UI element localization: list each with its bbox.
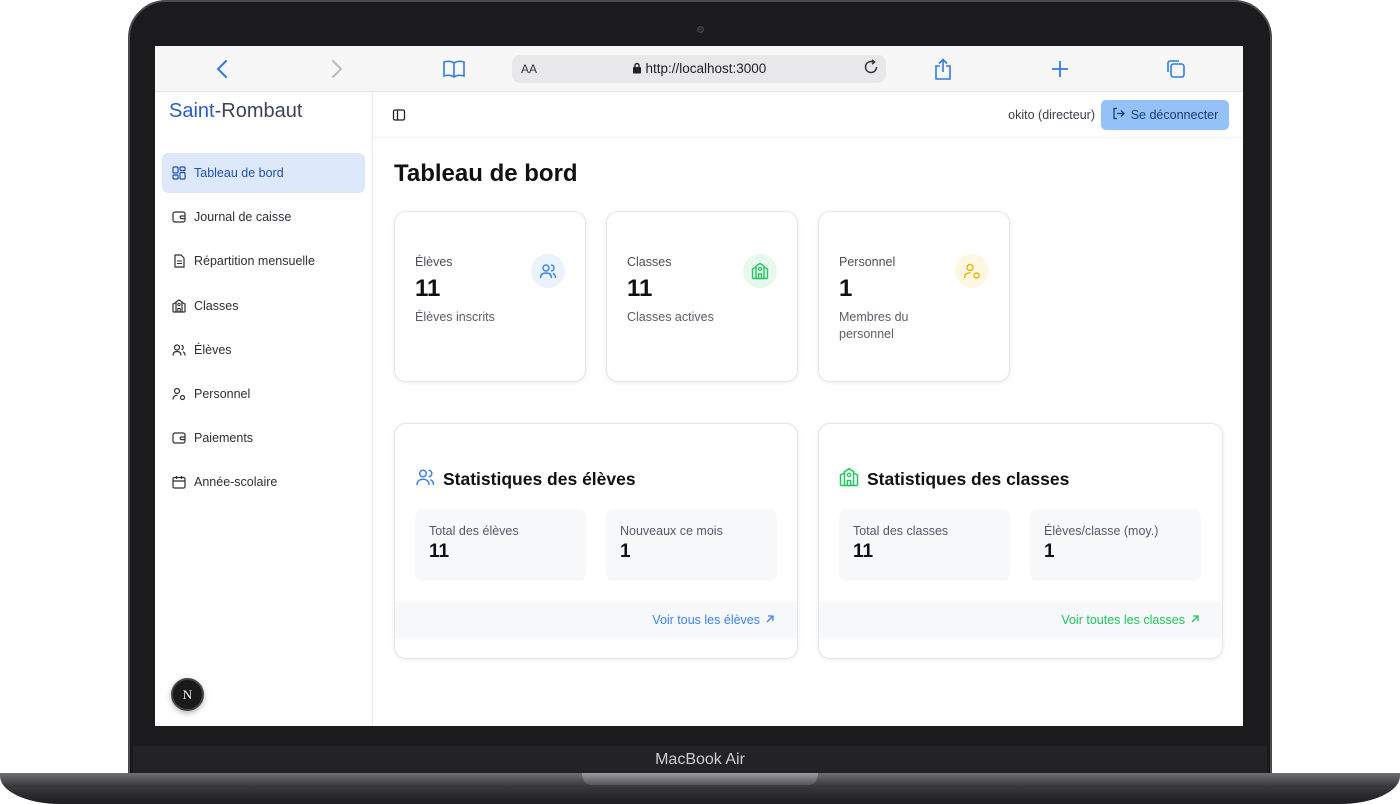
logout-label: Se déconnecter [1130, 108, 1219, 122]
device-label: MacBook Air [655, 751, 745, 768]
screen: AA http://localhost:3000 Saint-Rombaut T… [155, 46, 1243, 726]
lock-icon [632, 61, 646, 76]
chevron-left-icon[interactable] [210, 57, 234, 81]
users-icon [415, 467, 435, 492]
plus-icon[interactable] [1048, 57, 1072, 81]
user-label: okito (directeur) [1008, 108, 1095, 122]
metric-box: Total des élèves 11 [415, 509, 586, 581]
sidebar-item-classes[interactable]: Classes [162, 286, 365, 326]
metric-box: Élèves/classe (moy.) 1 [1030, 509, 1201, 581]
calendar-icon [172, 475, 186, 489]
book-icon[interactable] [442, 57, 466, 81]
brand-logo[interactable]: Saint-Rombaut [169, 100, 302, 123]
view-all-students-link[interactable]: Voir tous les élèves [652, 613, 775, 627]
sidebar-item-label: Tableau de bord [194, 166, 284, 180]
page-title: Tableau de bord [394, 160, 578, 187]
link-label: Voir tous les élèves [652, 613, 760, 627]
dashboard-icon [172, 166, 186, 180]
sidebar-item-annee-scolaire[interactable]: Année-scolaire [162, 462, 365, 502]
url-bar[interactable]: AA http://localhost:3000 [512, 55, 886, 83]
metric-value: 11 [429, 541, 450, 562]
metric-label: Élèves/classe (moy.) [1044, 524, 1159, 538]
sidebar-item-journal-de-caisse[interactable]: Journal de caisse [162, 197, 365, 237]
school-icon [172, 299, 186, 313]
sidebar-item-repartition-mensuelle[interactable]: Répartition mensuelle [162, 241, 365, 281]
users-icon [531, 254, 565, 288]
metric-label: Total des élèves [429, 524, 519, 538]
section-title-text: Statistiques des classes [867, 469, 1070, 489]
metric-box: Total des classes 11 [839, 509, 1010, 581]
card-footer: Voir tous les élèves [395, 602, 797, 638]
brand-part2: -Rombaut [214, 100, 303, 122]
panel-toggle-icon[interactable] [392, 108, 406, 122]
stat-label: Élèves [415, 255, 453, 269]
metric-box: Nouveaux ce mois 1 [606, 509, 777, 581]
stat-label: Classes [627, 255, 672, 269]
chevron-right-icon[interactable] [325, 57, 349, 81]
metric-value: 1 [620, 541, 631, 562]
stat-sub: Membres du personnel [839, 310, 909, 341]
reload-icon[interactable] [863, 59, 879, 80]
tabs-icon[interactable] [1164, 57, 1188, 81]
stat-card-eleves: Élèves 11 Élèves inscrits [394, 211, 586, 382]
wallet-icon [172, 431, 186, 445]
section-title: Statistiques des classes [839, 467, 1069, 492]
metric-value: 1 [1044, 541, 1055, 562]
laptop-notch [582, 773, 818, 785]
view-all-classes-link[interactable]: Voir toutes les classes [1061, 613, 1200, 627]
metric-label: Total des classes [853, 524, 949, 538]
section-card-eleves: Statistiques des élèves Total des élèves… [394, 423, 798, 659]
app-header: okito (directeur) Se déconnecter [373, 92, 1243, 138]
file-icon [172, 254, 186, 268]
link-label: Voir toutes les classes [1061, 613, 1185, 627]
metric-label: Nouveaux ce mois [620, 524, 723, 538]
stat-sub: Classes actives [627, 310, 714, 324]
sidebar-item-tableau-de-bord[interactable]: Tableau de bord [162, 153, 365, 193]
stat-value: 11 [627, 275, 653, 302]
stat-label: Personnel [839, 255, 896, 269]
logout-icon [1112, 107, 1125, 123]
stat-value: 11 [415, 275, 441, 302]
sidebar-item-eleves[interactable]: Élèves [162, 330, 365, 370]
user-cog-icon [172, 387, 186, 401]
stat-card-personnel: Personnel 1 Membres du personnel [818, 211, 1010, 382]
arrow-up-right-icon [765, 613, 775, 627]
nextjs-badge[interactable]: N [171, 678, 204, 711]
url-text: http://localhost:3000 [645, 61, 767, 76]
brand-part1: Saint [169, 100, 215, 122]
sidebar-item-label: Paiements [194, 431, 254, 445]
section-card-classes: Statistiques des classes Total des class… [818, 423, 1223, 659]
users-icon [172, 343, 186, 357]
wallet-icon [172, 210, 186, 224]
browser-toolbar: AA http://localhost:3000 [155, 46, 1243, 92]
sidebar-item-label: Journal de caisse [194, 210, 292, 224]
sidebar-item-personnel[interactable]: Personnel [162, 374, 365, 414]
sidebar-item-label: Répartition mensuelle [194, 254, 315, 268]
arrow-up-right-icon [1190, 613, 1200, 627]
school-icon [743, 254, 777, 288]
stat-sub: Élèves inscrits [415, 310, 495, 324]
share-icon[interactable] [931, 57, 955, 81]
sidebar-item-label: Élèves [194, 343, 232, 357]
school-icon [839, 467, 859, 492]
card-footer: Voir toutes les classes [819, 602, 1222, 638]
stat-value: 1 [839, 275, 853, 302]
section-title: Statistiques des élèves [415, 467, 636, 492]
section-title-text: Statistiques des élèves [443, 469, 636, 489]
metric-value: 11 [853, 541, 874, 562]
logout-button[interactable]: Se déconnecter [1101, 100, 1229, 130]
stat-card-classes: Classes 11 Classes actives [606, 211, 798, 382]
sidebar-item-paiements[interactable]: Paiements [162, 418, 365, 458]
sidebar-item-label: Année-scolaire [194, 475, 278, 489]
sidebar-item-label: Personnel [194, 387, 251, 401]
camera-icon [697, 26, 704, 33]
url-text-row: http://localhost:3000 [512, 61, 886, 76]
sidebar-item-label: Classes [194, 299, 239, 313]
user-cog-icon [955, 254, 989, 288]
